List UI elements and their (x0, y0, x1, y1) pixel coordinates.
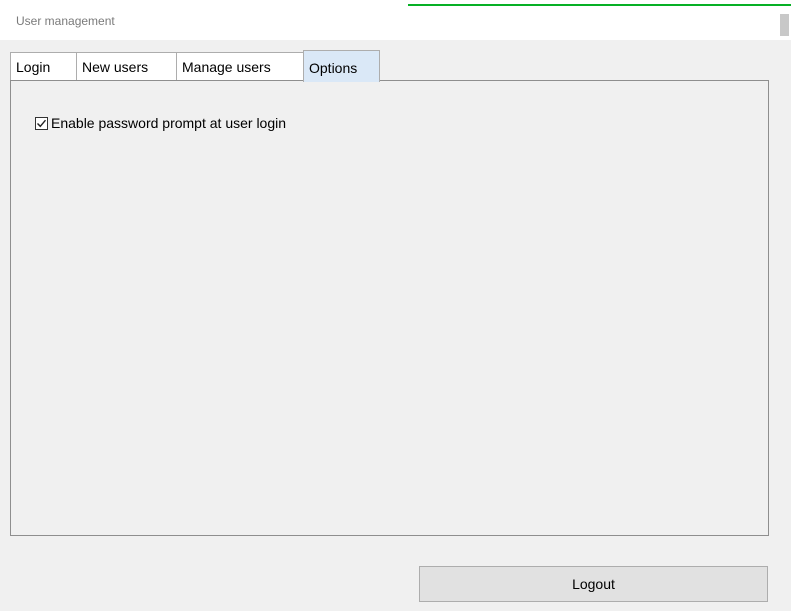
title-bar: User management (0, 0, 791, 40)
scrollbar-thumb[interactable] (780, 14, 789, 36)
tab-options[interactable]: Options (303, 50, 380, 82)
options-panel: Enable password prompt at user login (10, 80, 769, 536)
password-prompt-option[interactable]: Enable password prompt at user login (35, 115, 286, 131)
password-prompt-label[interactable]: Enable password prompt at user login (51, 115, 286, 131)
password-prompt-checkbox[interactable] (35, 116, 48, 130)
tab-manage-users[interactable]: Manage users (176, 52, 304, 81)
tab-strip: Login New users Manage users Options (10, 50, 410, 82)
progress-line (408, 4, 791, 6)
tab-login[interactable]: Login (10, 52, 77, 81)
window-title: User management (16, 14, 115, 28)
tab-new-users[interactable]: New users (76, 52, 177, 81)
checkmark-icon (37, 119, 47, 127)
logout-button[interactable]: Logout (419, 566, 768, 602)
